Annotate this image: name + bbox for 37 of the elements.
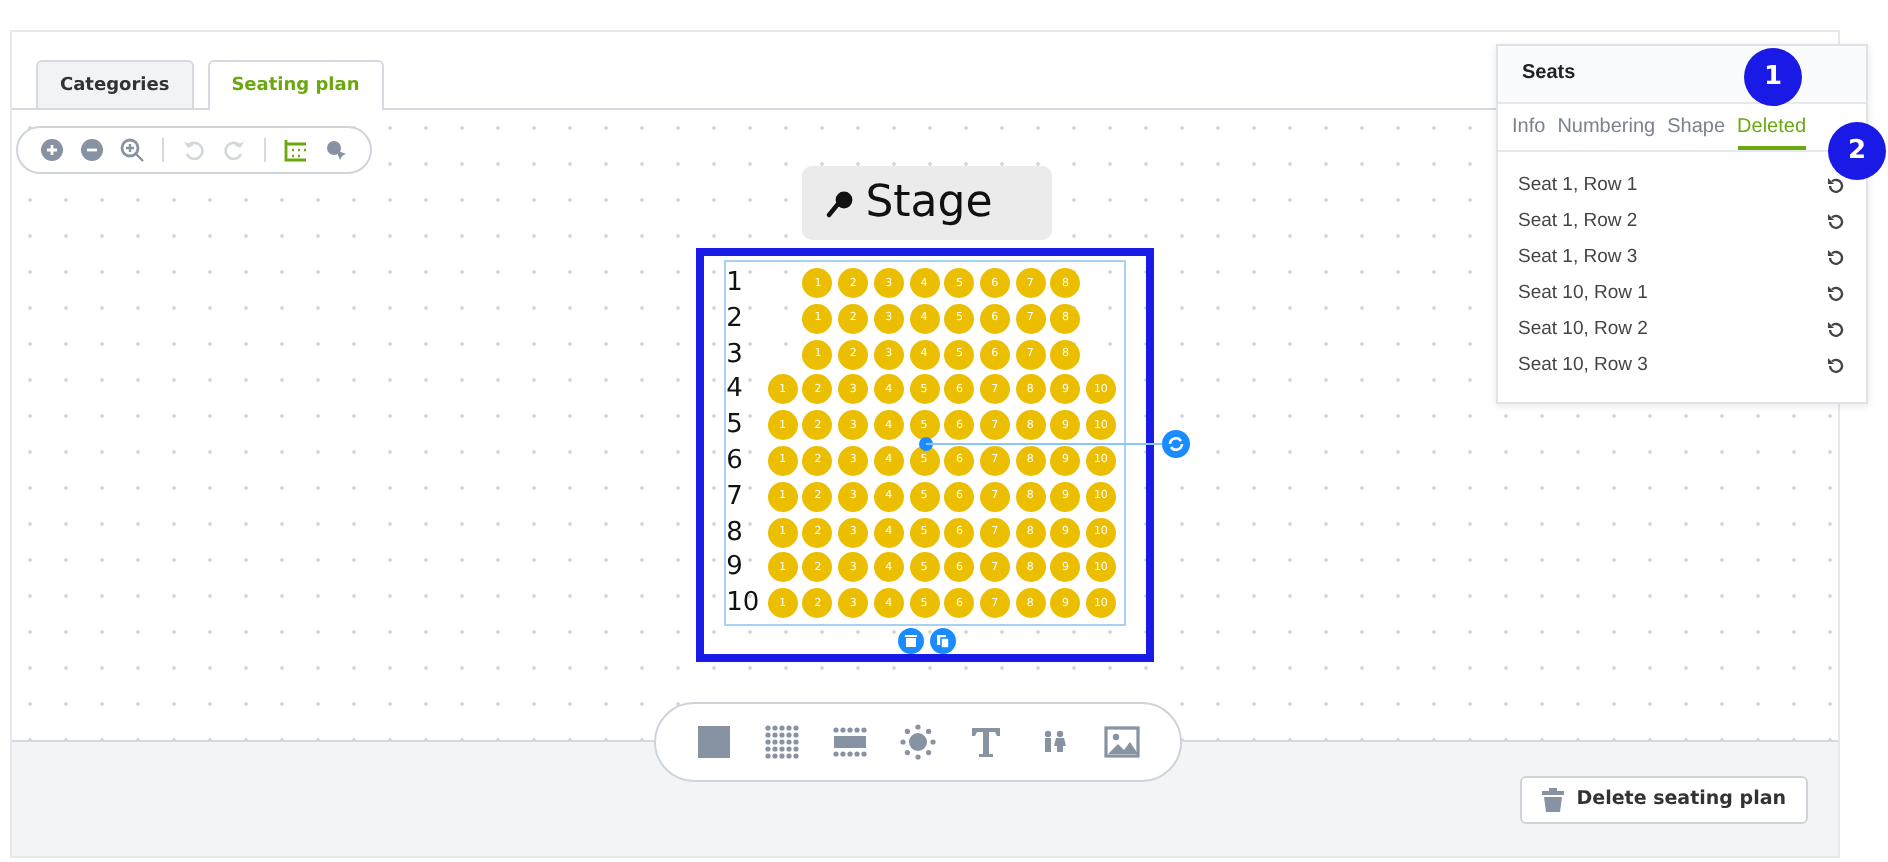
- deleted-seat-label: Seat 1, Row 1: [1518, 174, 1638, 196]
- row-label: 6: [726, 445, 745, 476]
- tab[interactable]: Numbering: [1557, 116, 1656, 150]
- tab[interactable]: Categories: [36, 60, 194, 108]
- row-label: 1: [726, 268, 745, 298]
- round-table-icon[interactable]: [900, 724, 936, 760]
- row-label: 2: [726, 303, 745, 334]
- tab[interactable]: Deleted: [1737, 116, 1806, 150]
- row-label: 4: [726, 374, 745, 405]
- row-label: 8: [726, 517, 745, 548]
- rotate-handle-icon[interactable]: [1161, 430, 1190, 458]
- image-icon[interactable]: [1104, 724, 1140, 760]
- delete-handle-icon[interactable]: [898, 628, 925, 655]
- row-label: 3: [726, 339, 745, 370]
- deleted-seat-label: Seat 10, Row 2: [1518, 318, 1648, 340]
- deleted-seat-label: Seat 1, Row 2: [1518, 210, 1638, 232]
- tab[interactable]: Seating plan: [207, 60, 384, 110]
- stage-text: Stage: [865, 178, 993, 228]
- deleted-seat-label: Seat 10, Row 3: [1518, 354, 1648, 376]
- row-label: 7: [726, 481, 745, 512]
- copy-handle-icon[interactable]: [930, 628, 957, 655]
- tab[interactable]: Info: [1512, 116, 1546, 150]
- deleted-seat-label: Seat 10, Row 1: [1518, 282, 1648, 304]
- delete-seating-plan-button[interactable]: Delete seating plan: [1520, 775, 1808, 823]
- row-label: 5: [726, 410, 745, 441]
- deleted-seat-label: Seat 1, Row 3: [1518, 246, 1638, 268]
- text-icon[interactable]: [968, 724, 1004, 760]
- trash-icon: [1542, 787, 1565, 811]
- row-label: 9: [726, 552, 745, 583]
- stage-label[interactable]: Stage: [801, 166, 1053, 240]
- step-badge: 2: [1828, 122, 1886, 180]
- tab[interactable]: Shape: [1667, 116, 1726, 150]
- microphone-icon: [825, 189, 854, 217]
- table-icon[interactable]: [832, 724, 868, 760]
- seat-grid-icon[interactable]: [764, 724, 800, 760]
- row-label: 10: [726, 588, 762, 619]
- square-icon[interactable]: [696, 724, 732, 760]
